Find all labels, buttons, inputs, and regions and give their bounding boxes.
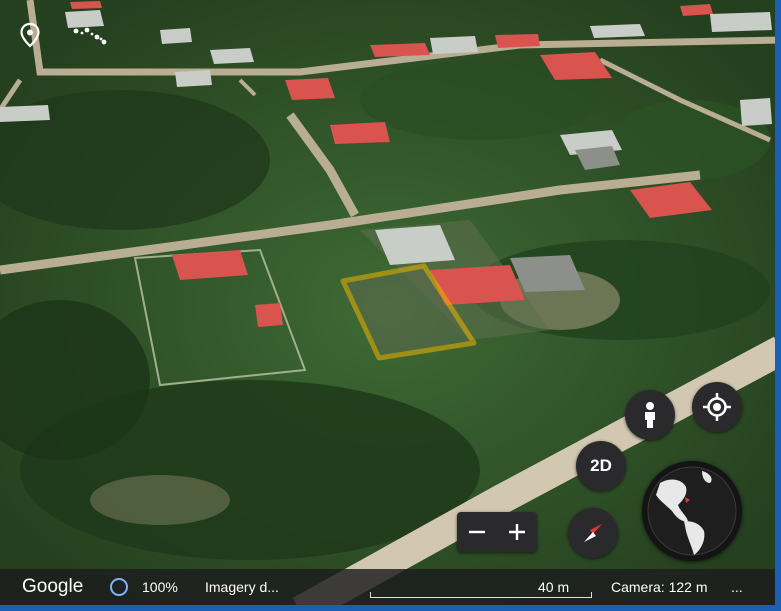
scale-label: 40 m — [538, 579, 570, 595]
toggle-2d-button[interactable]: 2D — [576, 441, 626, 491]
status-bar: Google 100% Imagery d... 40 m Camera: 12… — [0, 569, 775, 605]
measure-button[interactable] — [60, 0, 120, 70]
my-location-icon — [703, 393, 731, 421]
map-pin-icon — [20, 22, 40, 48]
google-logo: Google — [22, 576, 84, 597]
zoom-in-button[interactable] — [497, 512, 537, 552]
street-view-button[interactable] — [625, 390, 675, 440]
window-edge — [775, 0, 781, 611]
camera-altitude: Camera: 122 m — [611, 579, 708, 595]
plus-icon — [509, 524, 525, 540]
imagery-date-link[interactable]: Imagery d... — [205, 569, 279, 605]
person-icon — [645, 402, 655, 428]
tools-panel — [0, 0, 120, 70]
minus-icon — [469, 530, 485, 534]
globe-overview[interactable] — [642, 461, 742, 561]
compass-button[interactable] — [568, 508, 618, 558]
window-bottom-edge — [0, 605, 781, 611]
compass-icon — [584, 524, 602, 542]
more-status-button[interactable]: ... — [731, 569, 743, 605]
load-percent: 100% — [142, 579, 178, 595]
my-location-button[interactable] — [692, 382, 742, 432]
loading-ring-icon — [110, 578, 128, 596]
zoom-out-button[interactable] — [457, 512, 497, 552]
scale-bar — [370, 592, 592, 598]
measure-path-icon — [73, 27, 107, 45]
globe-icon — [647, 466, 737, 556]
add-placemark-button[interactable] — [0, 0, 60, 70]
zoom-control — [457, 512, 537, 552]
map-viewport[interactable]: 2D Google 100% Imagery d... 40 m Camera:… — [0, 0, 781, 611]
